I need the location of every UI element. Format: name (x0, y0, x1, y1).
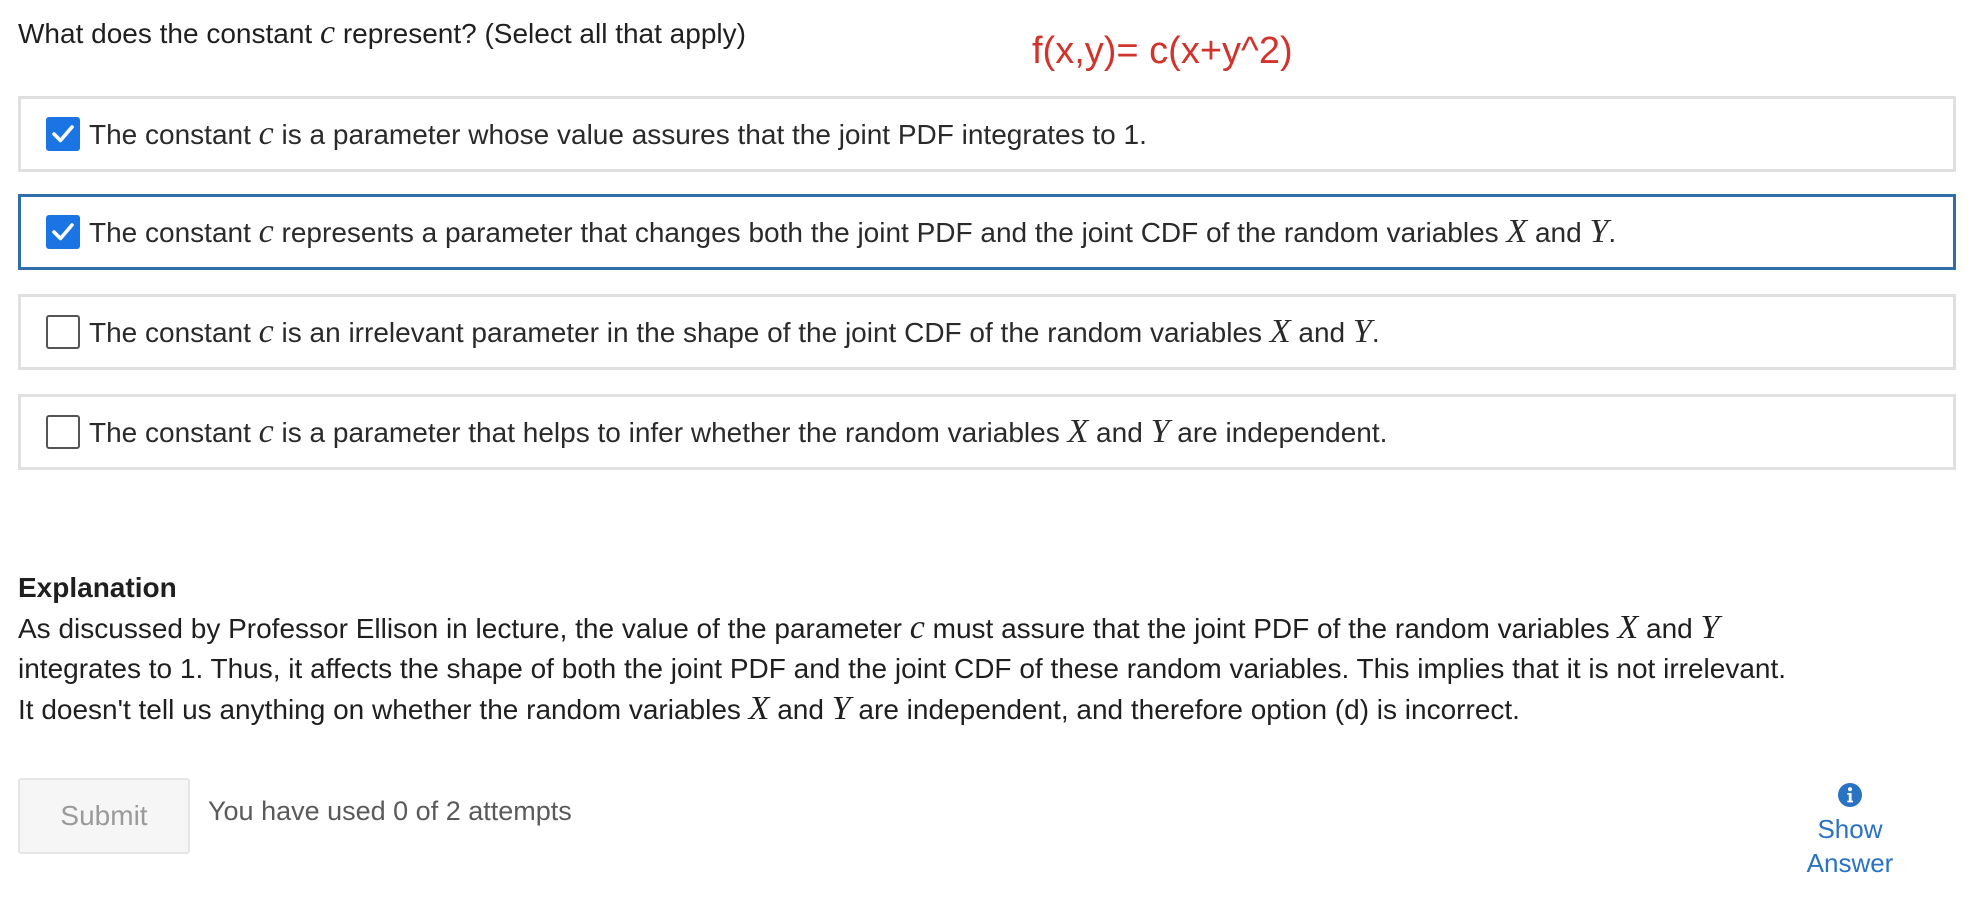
explanation-line: As discussed by Professor Ellison in lec… (18, 609, 1720, 646)
choice-label: The constant c is an irrelevant paramete… (89, 313, 1380, 350)
explanation-title: Explanation (18, 572, 177, 603)
choice-label: The constant c is a parameter that helps… (89, 413, 1388, 450)
math-var: c (319, 14, 336, 51)
choice-label: The constant c is a parameter whose valu… (89, 115, 1147, 152)
info-icon (1838, 783, 1862, 807)
check-icon (52, 223, 74, 241)
choice-c[interactable]: The constant c is an irrelevant paramete… (18, 294, 1956, 370)
explanation-section: Explanation As discussed by Professor El… (18, 568, 1963, 730)
choice-a[interactable]: The constant c is a parameter whose valu… (18, 96, 1956, 172)
choice-label: The constant c represents a parameter th… (89, 213, 1617, 250)
show-answer-label: Answer (1806, 848, 1894, 878)
checkbox-checked[interactable] (46, 117, 80, 151)
checkbox-unchecked[interactable] (46, 315, 80, 349)
explanation-line: It doesn't tell us anything on whether t… (18, 690, 1520, 727)
show-answer-label: Show (1817, 814, 1883, 844)
choice-b[interactable]: The constant c represents a parameter th… (18, 194, 1956, 270)
checkbox-unchecked[interactable] (46, 415, 80, 449)
handwritten-annotation: f(x,y)= c(x+y^2) (1032, 30, 1293, 72)
explanation-line: integrates to 1. Thus, it affects the sh… (18, 653, 1787, 684)
checkbox-checked[interactable] (46, 215, 80, 249)
question-text: What does the constant c represent? (Sel… (18, 14, 746, 51)
choice-d[interactable]: The constant c is a parameter that helps… (18, 394, 1956, 470)
check-icon (52, 125, 74, 143)
submit-button[interactable]: Submit (18, 778, 190, 854)
show-answer-button[interactable]: Show Answer (1790, 782, 1910, 880)
attempts-status: You have used 0 of 2 attempts (208, 796, 572, 826)
